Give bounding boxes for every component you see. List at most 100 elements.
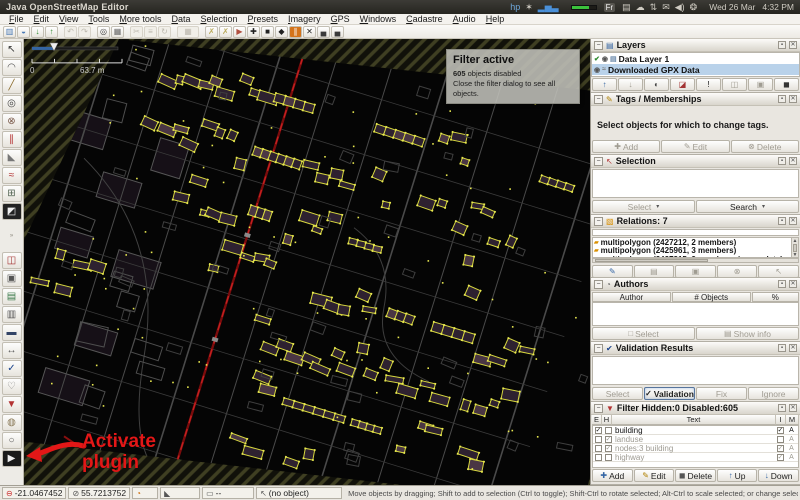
collapse-icon[interactable]: −: [594, 217, 603, 226]
delete-layer-button[interactable]: ◼: [774, 78, 799, 91]
relations-filter-input[interactable]: [592, 229, 799, 236]
toggle-layer-visibility-button[interactable]: ◐: [644, 78, 669, 91]
search-menu-button[interactable]: Search▾: [696, 200, 799, 213]
edit-tag-button[interactable]: ✎Edit: [661, 140, 729, 153]
collapse-icon[interactable]: −: [594, 41, 603, 50]
object-name-field[interactable]: ↖ (no object): [256, 487, 342, 499]
menu-audio[interactable]: Audio: [448, 14, 481, 24]
enable-checkbox[interactable]: [595, 427, 602, 434]
show-author-info-button[interactable]: ▤Show info: [696, 327, 799, 340]
close-icon[interactable]: ✕: [789, 157, 797, 165]
update-data-button[interactable]: ↻: [158, 26, 171, 38]
combine-ways-button[interactable]: ≡: [144, 26, 157, 38]
select-author-objects-button[interactable]: □Select: [592, 327, 695, 340]
menu-help[interactable]: Help: [481, 14, 510, 24]
enable-checkbox[interactable]: [595, 454, 602, 461]
download-osm-data-button[interactable]: ↓: [31, 26, 44, 38]
sticky-icon[interactable]: ▪: [778, 217, 786, 225]
menu-view[interactable]: View: [54, 14, 83, 24]
close-icon[interactable]: ✕: [789, 404, 797, 412]
relations-list[interactable]: ▲▼ ▰multipolygon (2427212, 2 members)▰mu…: [592, 237, 799, 258]
validation-fix-button[interactable]: Fix: [696, 387, 747, 400]
menu-edit[interactable]: Edit: [29, 14, 55, 24]
open-file-button[interactable]: ▥: [3, 26, 16, 38]
zoom-tool-button[interactable]: ◎: [2, 95, 22, 112]
filter-table[interactable]: buildingAlanduseAnodes:3 buildingAhighwa…: [592, 425, 799, 468]
collapse-icon[interactable]: −: [594, 280, 603, 289]
close-dialogs-tool-button[interactable]: ✕: [303, 26, 316, 38]
session-gear-icon[interactable]: ❂: [690, 2, 698, 12]
menu-selection[interactable]: Selection: [195, 14, 242, 24]
delete-filter-button[interactable]: ◼Delete: [675, 469, 716, 482]
split-way-button[interactable]: ✂: [130, 26, 143, 38]
improve-way-tool-button[interactable]: ≈: [2, 167, 22, 184]
new-relation-button[interactable]: ✎: [592, 265, 633, 278]
menu-cadastre[interactable]: Cadastre: [401, 14, 448, 24]
menu-imagery[interactable]: Imagery: [283, 14, 326, 24]
sticky-icon[interactable]: ▪: [778, 280, 786, 288]
sticky-icon[interactable]: ▪: [778, 157, 786, 165]
toggle-copy-dialog-button[interactable]: ▤: [2, 288, 22, 305]
cadastre-tool-b-button[interactable]: ✗: [219, 26, 232, 38]
merge-layers-button[interactable]: ◫: [722, 78, 747, 91]
selection-list[interactable]: [592, 169, 799, 198]
authors-table-header[interactable]: Author# Objects%: [592, 292, 799, 302]
cadastre-tool-a-button[interactable]: ✗: [205, 26, 218, 38]
toggle-minimap-dialog-button[interactable]: ▬: [2, 324, 22, 341]
collapse-icon[interactable]: −: [594, 157, 603, 166]
toggle-notes-dialog-button[interactable]: ▥: [2, 306, 22, 323]
toggle-command-stack-dialog-button[interactable]: ▣: [2, 270, 22, 287]
edit-filter-button[interactable]: ✎Edit: [634, 469, 675, 482]
angle-field[interactable]: ◔: [132, 487, 158, 499]
layer-row[interactable]: ✔◉▤Data Layer 1: [592, 53, 799, 64]
enable-checkbox[interactable]: [595, 436, 602, 443]
undo-button[interactable]: ↶: [64, 26, 77, 38]
add-tag-button[interactable]: ✚Add: [592, 140, 660, 153]
delete-relation-button[interactable]: ⊗: [717, 265, 758, 278]
cloud-icon[interactable]: ☁: [636, 2, 645, 12]
layer-row[interactable]: ◉≈Downloaded GPX Data: [592, 64, 799, 75]
authors-table-body[interactable]: [592, 302, 799, 326]
cadastre-wms-button[interactable]: ∥: [289, 26, 302, 38]
authors-column-author[interactable]: Author: [592, 292, 671, 302]
network-updown-icon[interactable]: ⇅: [650, 2, 658, 12]
longitude-field[interactable]: ⊘ 55.7213752: [68, 487, 130, 499]
layer-warnings-button[interactable]: !: [696, 78, 721, 91]
validation-select-button[interactable]: Select: [592, 387, 643, 400]
building-tool-a-button[interactable]: ▄: [317, 26, 330, 38]
map-view[interactable]: 063.7 m Filter active 605 objects disabl…: [24, 39, 590, 485]
toggle-measure-dialog-button[interactable]: ↔: [2, 342, 22, 359]
filter-down-button[interactable]: ↓Down: [758, 469, 799, 482]
wms-adjust-button[interactable]: ▦: [177, 26, 199, 38]
latitude-field[interactable]: ⊖ -21.0467452: [2, 487, 66, 499]
layers-list[interactable]: ✔◉▤Data Layer 1◉≈Downloaded GPX Data: [591, 52, 800, 77]
zoom-to-selection-button[interactable]: ◎: [97, 26, 110, 38]
select-tool-button[interactable]: ↖: [2, 41, 22, 58]
map-canvas[interactable]: 063.7 m: [24, 39, 590, 485]
run-validation-button[interactable]: ✓Validation: [644, 387, 695, 400]
keyboard-layout-indicator[interactable]: Fr: [604, 3, 616, 12]
invert-checkbox[interactable]: [777, 454, 784, 461]
angle-snap-tool-button[interactable]: ◩: [2, 203, 22, 220]
toggle-filter-dialog-button[interactable]: ▼: [2, 396, 22, 413]
lasso-tool-button[interactable]: ◠: [2, 59, 22, 76]
duplicate-relation-button[interactable]: ▣: [675, 265, 716, 278]
visibility-eye-icon[interactable]: ◉: [594, 66, 600, 74]
upload-changes-button[interactable]: ↑: [45, 26, 58, 38]
authors-column-[interactable]: %: [752, 292, 799, 302]
draw-nodes-tool-button[interactable]: ╱: [2, 77, 22, 94]
hand-tool-button[interactable]: ✚: [247, 26, 260, 38]
building-tool-b-button[interactable]: ▄: [331, 26, 344, 38]
heading-field[interactable]: ◣: [160, 487, 200, 499]
edit-relation-button[interactable]: ▤: [634, 265, 675, 278]
menu-gps[interactable]: GPS: [326, 14, 355, 24]
printer-icon[interactable]: ▤: [622, 2, 631, 12]
extrude-tool-button[interactable]: ◣: [2, 149, 22, 166]
delete-tool-button[interactable]: ⊗: [2, 113, 22, 130]
parallel-way-tool-button[interactable]: ∥: [2, 131, 22, 148]
relations-hscrollbar[interactable]: [592, 258, 799, 263]
invert-checkbox[interactable]: [777, 436, 784, 443]
cadastre-grab-button[interactable]: ▶: [2, 450, 22, 467]
close-icon[interactable]: ✕: [789, 217, 797, 225]
spectrum-icon[interactable]: ▂▅▃: [538, 2, 559, 12]
